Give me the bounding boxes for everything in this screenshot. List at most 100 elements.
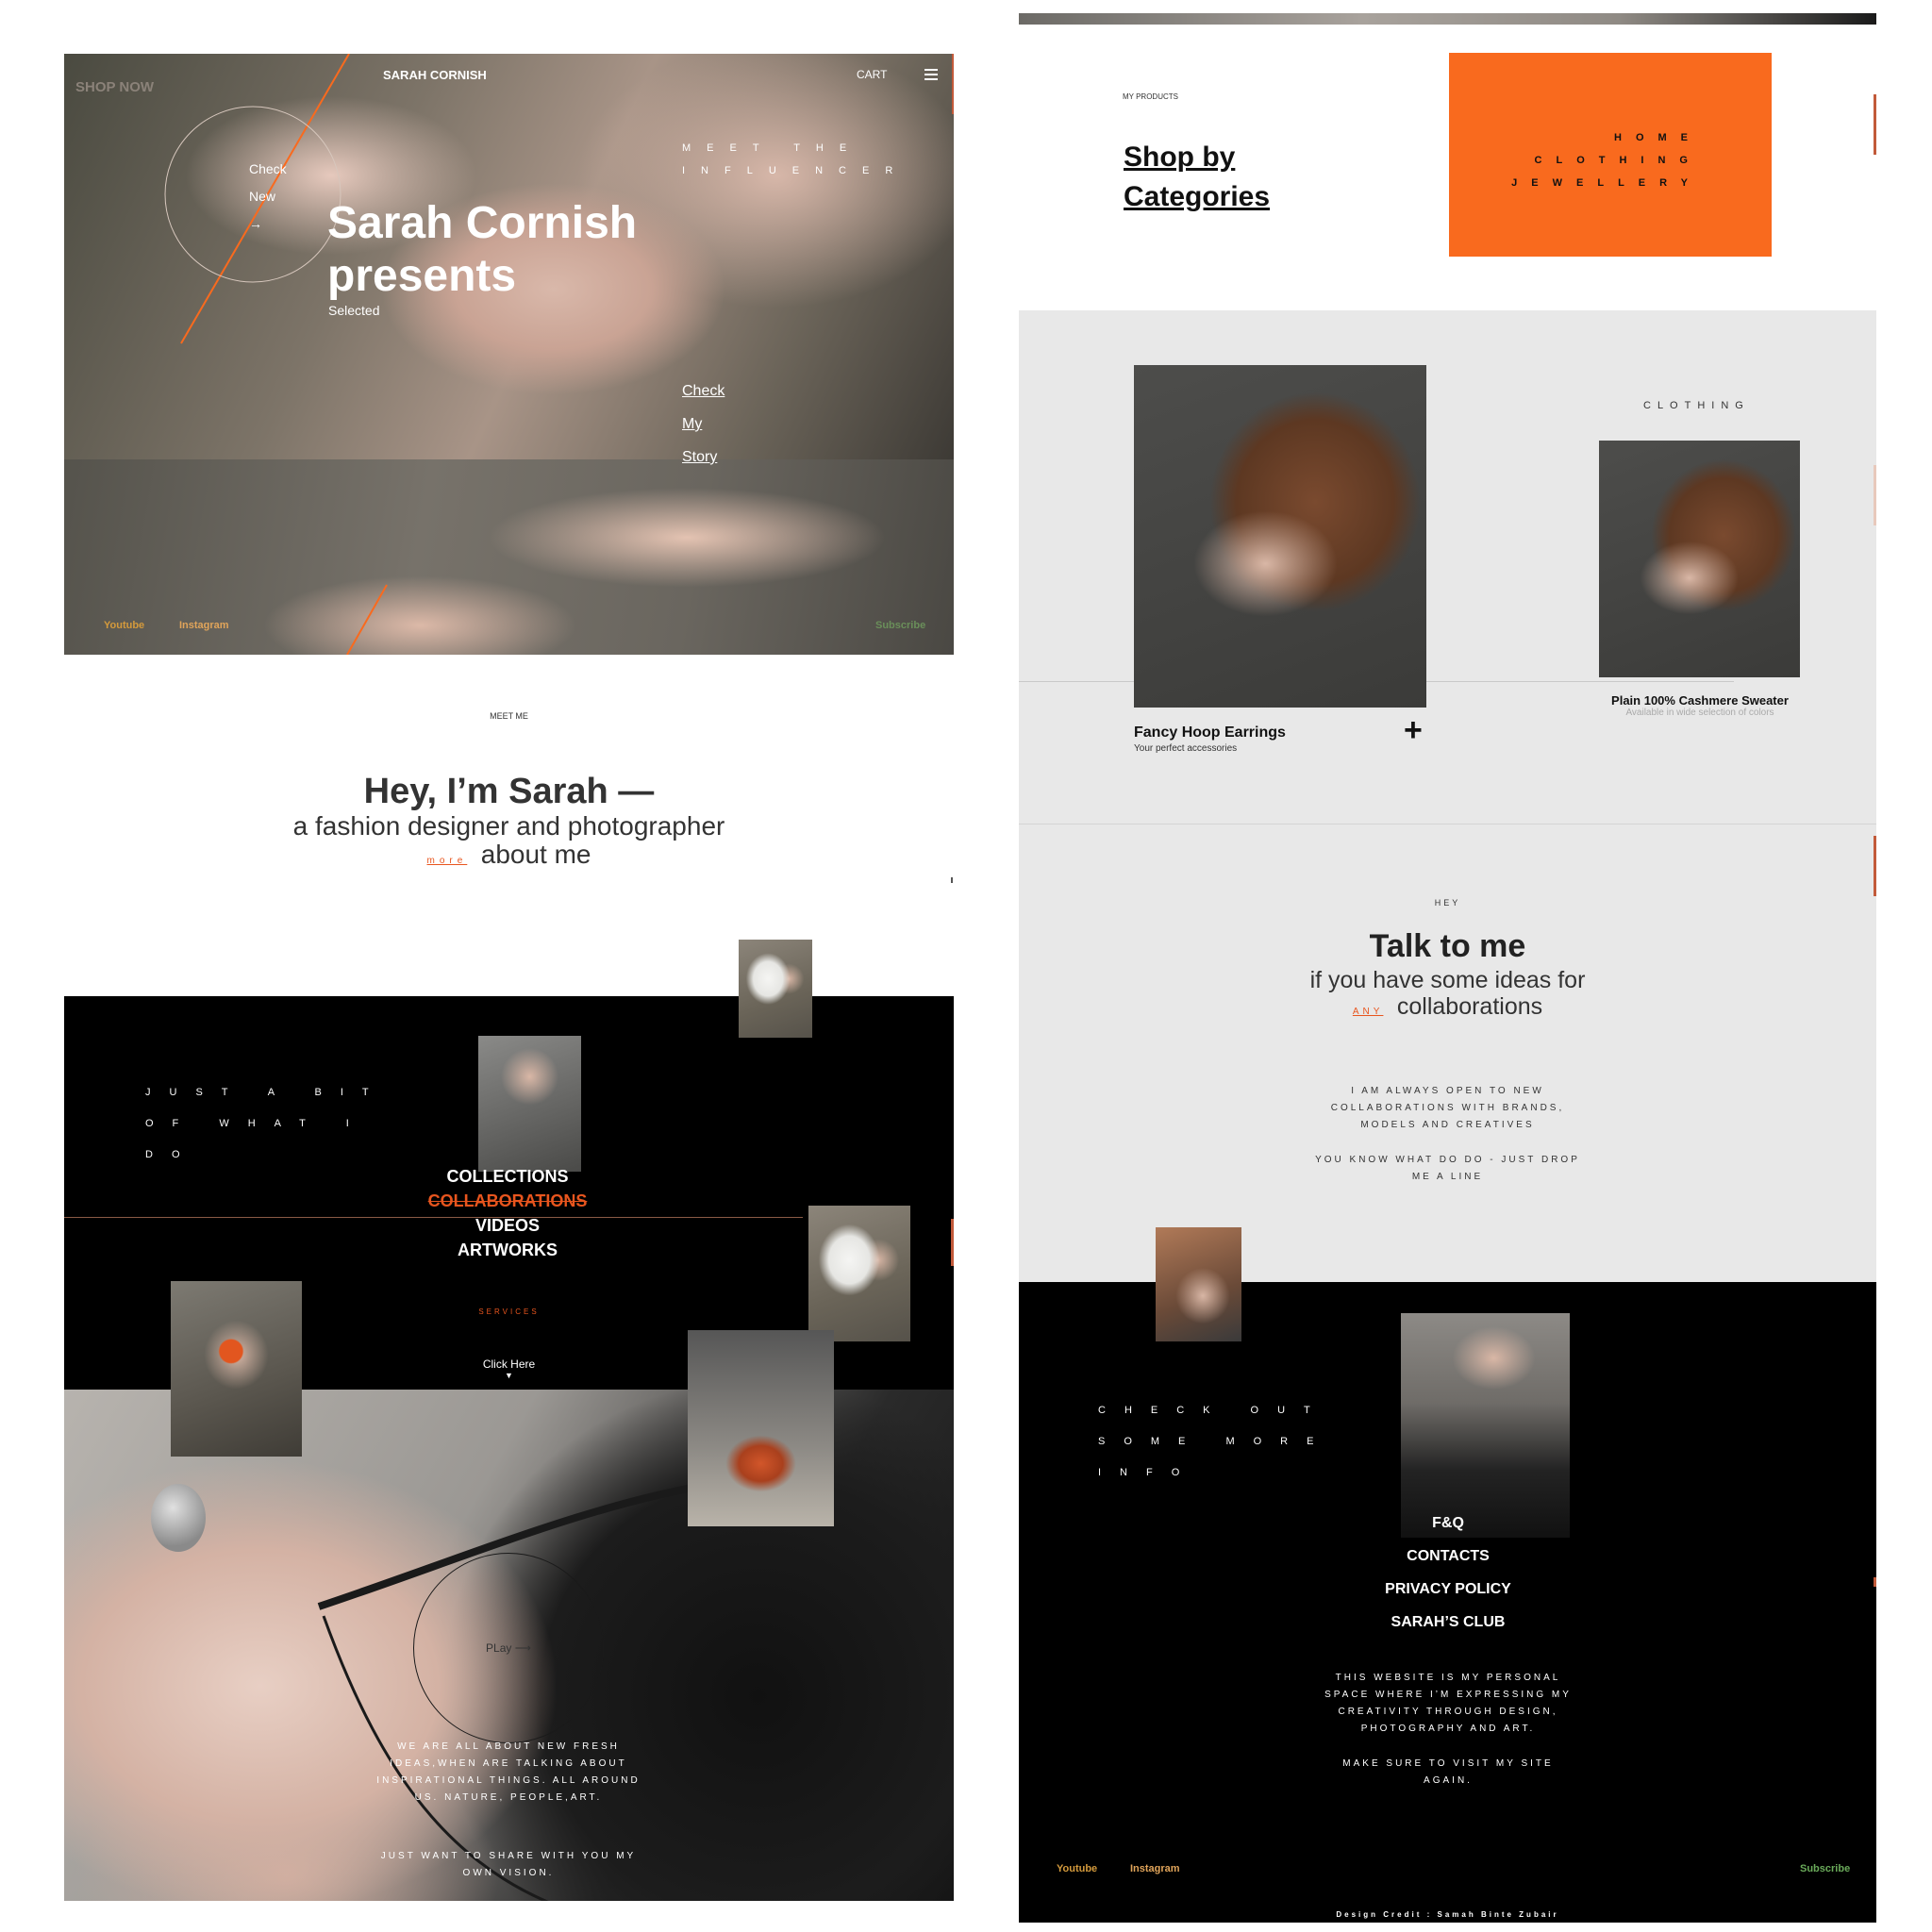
product-1-desc: Your perfect accessories [1134,743,1238,754]
play-circle-button[interactable]: PLay ⟶ [413,1553,604,1743]
title-line-2[interactable]: Categories [1124,177,1270,217]
hero-title-line-1: Sarah Cornish [327,198,638,248]
meet-line-1: MEET THE [682,142,863,154]
check-new-circle[interactable]: Check New → [249,156,287,238]
talk-paragraph-2: YOU KNOW WHAT DO DO - JUST DROP ME A LIN… [1315,1155,1580,1182]
footer-edge-accent [1874,1577,1876,1587]
menu-artworks[interactable]: ARTWORKS [347,1238,668,1262]
play-label[interactable]: PLay ⟶ [486,1641,531,1655]
meet-title: Hey, I’m Sarah — [363,772,655,811]
work-menu: COLLECTIONS COLLABORATIONS VIDEOS ARTWOR… [347,1164,668,1262]
footer-link-faq[interactable]: F&Q [1274,1507,1623,1540]
menu-icon[interactable] [924,66,938,83]
footer-photo-bend [1156,1227,1241,1341]
footer-paragraph-2: MAKE SURE TO VISIT MY SITE AGAIN. [1342,1758,1554,1786]
menu-collaborations[interactable]: COLLABORATIONS [347,1189,668,1213]
product-photo-earrings[interactable] [1134,365,1426,708]
hero-instagram-link[interactable]: Instagram [179,620,229,631]
hero-title-line-2: presents [327,251,517,301]
categories-edge-accent [1874,94,1876,155]
cart-link[interactable]: CART [857,68,887,81]
about-me-text: about me [480,840,591,869]
story-story[interactable]: Story [682,441,724,474]
footer-side-line-2: SOME MORE [1098,1436,1333,1447]
triangle-down-icon: ▼ [505,1371,513,1380]
footer-instagram-link[interactable]: Instagram [1130,1863,1180,1874]
footer-link-contacts[interactable]: CONTACTS [1274,1540,1623,1573]
footer-photo-black-dress [1401,1313,1570,1538]
category-home[interactable]: HOME [1511,126,1702,149]
footer-link-club[interactable]: SARAH’S CLUB [1274,1606,1623,1639]
categories-section: MY PRODUCTS Shop by Categories HOME CLOT… [1019,25,1876,310]
shop-by-categories-title[interactable]: Shop by Categories [1124,138,1270,217]
services-label: SERVICES [478,1307,540,1316]
products-label: MY PRODUCTS [1123,92,1178,101]
more-link[interactable]: more [427,856,468,866]
title-line-1[interactable]: Shop by [1124,138,1270,177]
talk-paragraph-1: I AM ALWAYS OPEN TO NEW COLLABORATIONS W… [1330,1086,1565,1130]
meet-line-2: INFLUENCER [682,165,909,176]
shop-now-link[interactable]: SHOP NOW [75,79,154,95]
meet-more-row: more about me [64,840,954,870]
footer-link-privacy[interactable]: PRIVACY POLICY [1274,1573,1623,1606]
product-2-desc: Available in wide selection of colors [1625,708,1774,718]
plus-icon[interactable]: + [1404,714,1423,746]
work-photo-face-small [478,1036,581,1172]
categories-box: HOME CLOTHING JEWELLERY [1449,53,1772,257]
work-divider [64,1217,803,1218]
meet-edge-mark [951,877,953,883]
story-my[interactable]: My [682,408,724,441]
work-photo-pillow-right [808,1206,910,1341]
footer-youtube-link[interactable]: Youtube [1057,1863,1097,1874]
talk-edge-accent [1874,836,1876,896]
talk-label: HEY [1434,898,1461,908]
meet-label: MEET ME [490,711,528,721]
click-here-label[interactable]: Click Here [64,1357,954,1371]
top-strip-photo [1019,13,1876,25]
any-link[interactable]: ANY [1353,1007,1384,1017]
talk-title: Talk to me [1369,928,1526,964]
footer-section: CHECK OUT SOME MORE INFO F&Q CONTACTS PR… [1019,1227,1876,1923]
category-jewellery[interactable]: JEWELLERY [1511,172,1702,194]
products-edge-accent [1874,465,1876,525]
hero-selected: Selected [328,303,380,318]
meet-subtitle: a fashion designer and photographer [292,811,725,841]
work-edge-accent [951,1219,954,1266]
work-side-text: JUST A BIT OF WHAT I DO [145,1077,388,1171]
work-paragraph-2: JUST WANT TO SHARE WITH YOU MY OWN VISIO… [380,1851,637,1878]
brand-name[interactable]: SARAH CORNISH [383,68,487,82]
products-section: Fancy Hoop Earrings Your perfect accesso… [1019,310,1876,824]
talk-line-2: collaborations [1396,993,1543,1020]
hero-youtube-link[interactable]: Youtube [104,620,144,631]
meet-section: MEET ME Hey, I’m Sarah — a fashion desig… [64,655,954,938]
circle-new-label: New [249,189,276,204]
hero-right-edge-accent [952,54,954,114]
circle-check-label: Check [249,161,287,176]
footer-links: F&Q CONTACTS PRIVACY POLICY SARAH’S CLUB [1274,1507,1623,1639]
footer-paragraph-1: THIS WEBSITE IS MY PERSONAL SPACE WHERE … [1324,1673,1572,1734]
story-check[interactable]: Check [682,375,724,408]
work-photo-pillow-top [739,940,812,1038]
category-clothing[interactable]: CLOTHING [1511,149,1702,172]
talk-section: HEY Talk to me if you have some ideas fo… [1019,824,1876,1282]
check-my-story-link[interactable]: Check My Story [682,375,724,474]
work-section: JUST A BIT OF WHAT I DO COLLECTIONS COLL… [64,940,954,1901]
side-line-2: OF WHAT I [145,1118,368,1129]
product-photo-sweater[interactable] [1599,441,1800,677]
hero-subscribe-link[interactable]: Subscribe [875,620,925,631]
click-here-button[interactable]: Click Here ▼ [64,1357,954,1380]
side-line-1: JUST A BIT [145,1087,388,1098]
footer-side-line-3: INFO [1098,1467,1199,1478]
hero-section: SHOP NOW SARAH CORNISH CART Check New → … [64,54,954,655]
arrow-right-icon: → [249,216,262,231]
clothing-label: CLOTHING [1643,400,1750,411]
menu-collections[interactable]: COLLECTIONS [347,1164,668,1189]
footer-side-line-1: CHECK OUT [1098,1405,1329,1416]
product-1-name[interactable]: Fancy Hoop Earrings [1134,724,1286,741]
talk-line-2-row: ANY collaborations [1019,993,1876,1021]
meet-the-influencer: MEET THE INFLUENCER [682,137,908,182]
talk-line-1: if you have some ideas for [1309,967,1586,993]
hero-title: Sarah Cornish presents [327,197,637,303]
product-2-name[interactable]: Plain 100% Cashmere Sweater [1566,693,1834,708]
footer-subscribe-link[interactable]: Subscribe [1800,1863,1850,1874]
